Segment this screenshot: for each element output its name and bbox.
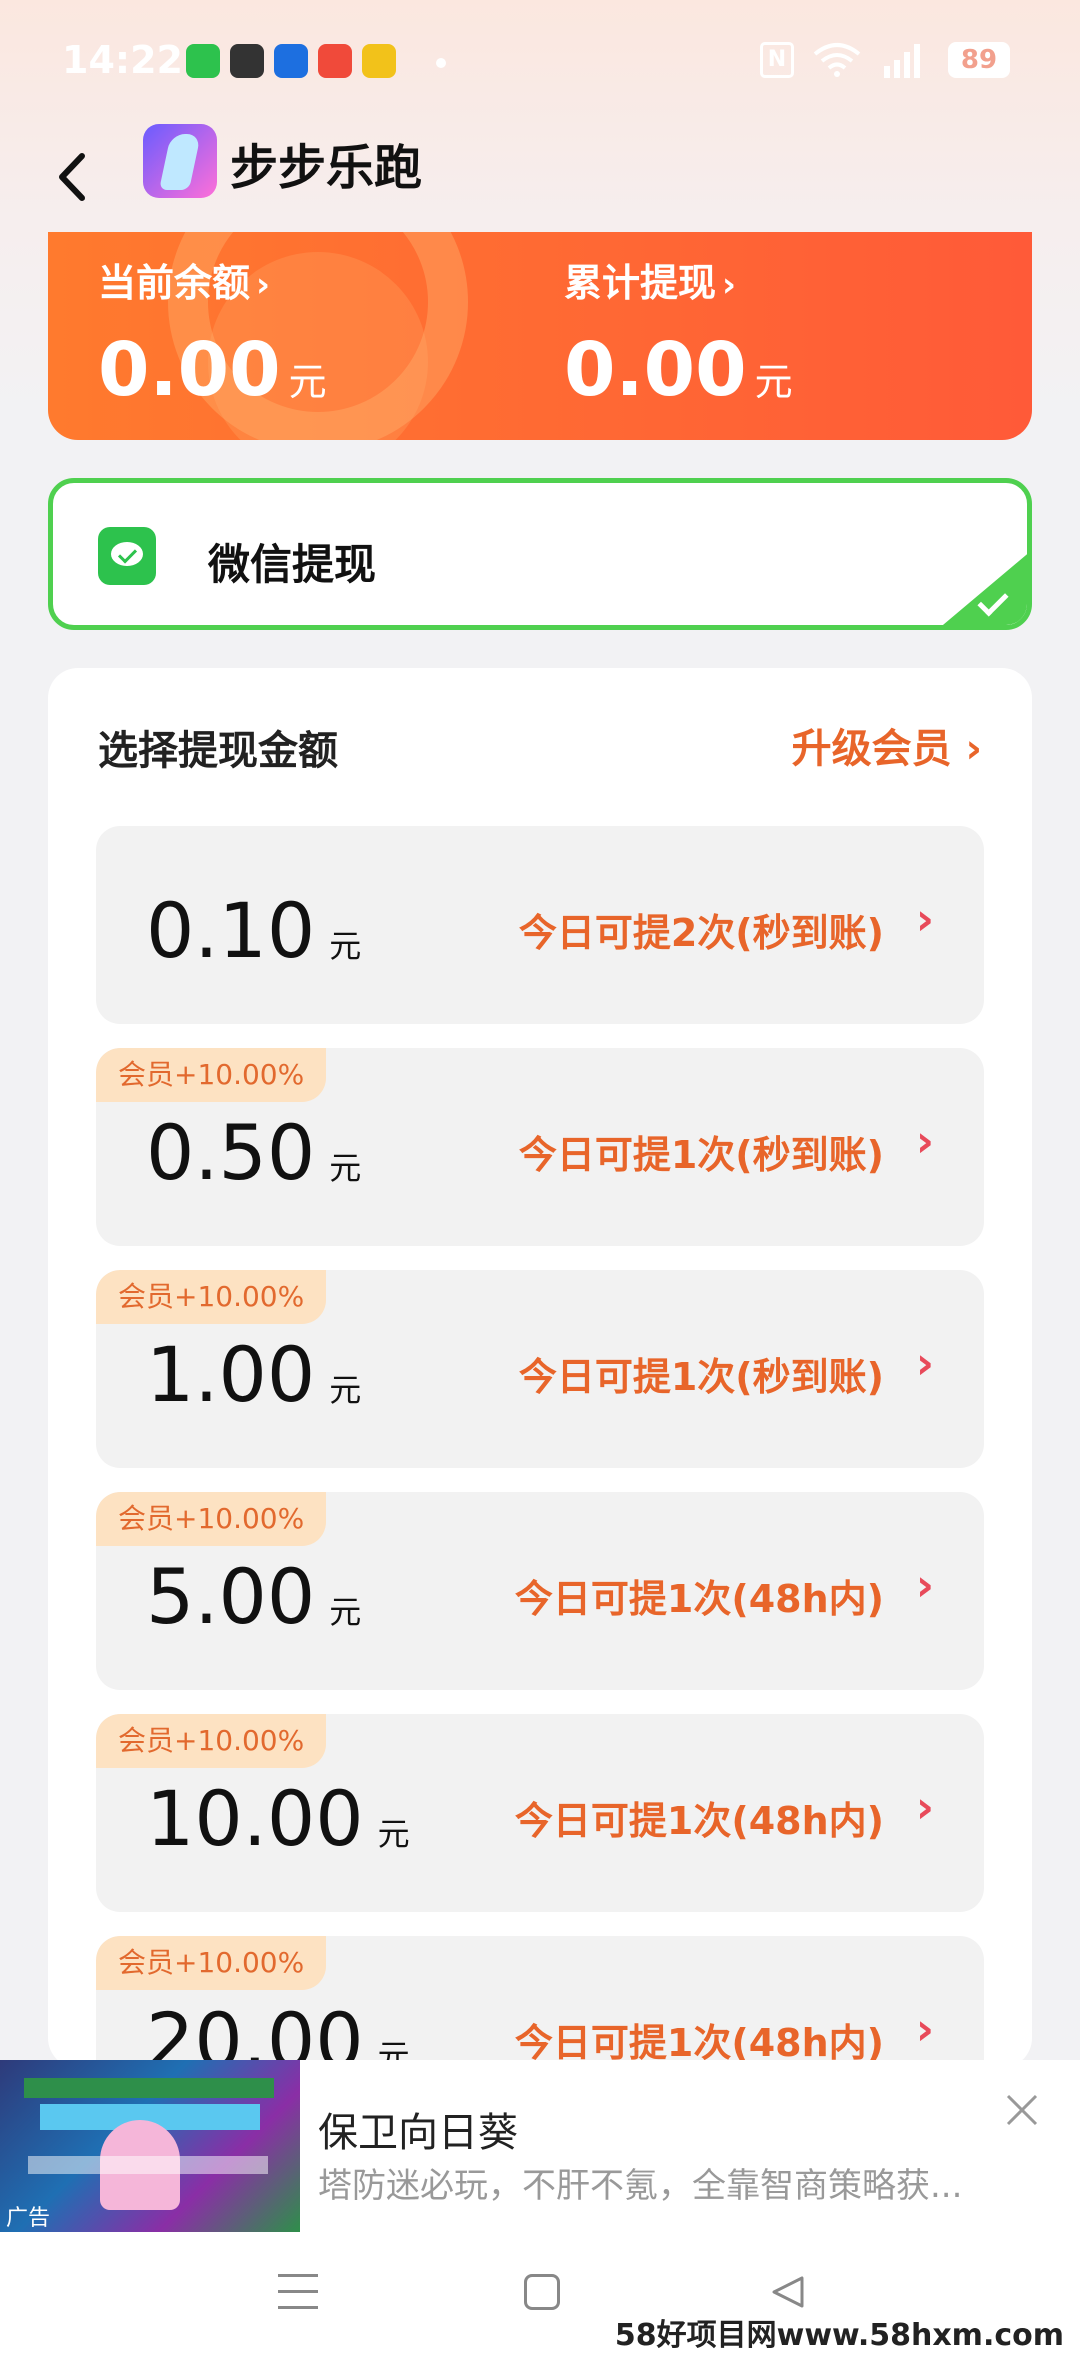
wechat-withdraw-label: 微信提现 <box>208 540 377 589</box>
amount-unit: 元 <box>377 1815 410 1853</box>
ad-banner[interactable]: 广告 保卫向日葵 塔防迷必玩，不肝不氪，全靠智商策略获... <box>0 2060 1080 2232</box>
chevron-right-icon: › <box>915 894 934 945</box>
current-balance-value: 0.00 <box>98 327 281 413</box>
member-bonus-badge: 会员+10.00% <box>96 1270 327 1324</box>
member-bonus-badge: 会员+10.00% <box>96 1714 327 1768</box>
page: 14:22 N 89 步步乐跑 当前余额 › 0.00 元 累计提现 › 0.0… <box>0 0 1080 2362</box>
amount-description: 今日可提1次(秒到账) <box>518 1355 884 1399</box>
current-balance-label: 当前余额 <box>98 261 251 305</box>
amount-description: 今日可提2次(秒到账) <box>518 911 884 955</box>
member-bonus-badge: 会员+10.00% <box>96 1048 327 1102</box>
app-notification-icon <box>274 44 308 78</box>
amount-description: 今日可提1次(48h内) <box>514 1577 884 1621</box>
amount-value: 0.50 <box>146 1108 316 1197</box>
chevron-right-icon: › <box>256 265 271 305</box>
chevron-right-icon: › <box>965 726 982 772</box>
currency-unit: 元 <box>754 360 793 404</box>
amount-value: 1.00 <box>146 1330 316 1419</box>
amount-option-5-00[interactable]: 会员+10.00% 5.00 元 今日可提1次(48h内) › <box>96 1492 984 1690</box>
app-logo <box>143 124 217 198</box>
chevron-right-icon: › <box>915 1116 934 1167</box>
amount-option-1-00[interactable]: 会员+10.00% 1.00 元 今日可提1次(秒到账) › <box>96 1270 984 1468</box>
amount-description: 今日可提1次(48h内) <box>514 2021 884 2065</box>
close-icon[interactable] <box>1002 2090 1042 2130</box>
system-nav-bar: 58好项目网www.58hxm.com <box>0 2232 1080 2362</box>
currency-unit: 元 <box>288 360 327 404</box>
amount-unit: 元 <box>329 927 362 965</box>
chevron-right-icon: › <box>915 1560 934 1611</box>
home-icon[interactable] <box>524 2274 560 2310</box>
wechat-notification-icon <box>186 44 220 78</box>
upgrade-member-link[interactable]: 升级会员 › <box>792 716 982 774</box>
amount-unit: 元 <box>329 1371 362 1409</box>
selected-corner <box>937 550 1027 625</box>
current-balance[interactable]: 当前余额 › 0.00 元 <box>98 252 327 413</box>
chevron-right-icon: › <box>915 1338 934 1389</box>
amount-description: 今日可提1次(秒到账) <box>518 1133 884 1177</box>
amount-option-10-00[interactable]: 会员+10.00% 10.00 元 今日可提1次(48h内) › <box>96 1714 984 1912</box>
ad-title: 保卫向日葵 <box>318 2110 518 2156</box>
total-withdrawn-value: 0.00 <box>564 327 747 413</box>
amount-unit: 元 <box>329 1593 362 1631</box>
ad-tag: 广告 <box>6 2206 51 2231</box>
app-title: 步步乐跑 <box>230 140 423 196</box>
nfc-icon: N <box>760 42 794 78</box>
amount-unit: 元 <box>329 1149 362 1187</box>
signal-icon <box>884 44 920 78</box>
amount-value: 10.00 <box>146 1774 364 1863</box>
chevron-right-icon: › <box>722 265 737 305</box>
amount-description: 今日可提1次(48h内) <box>514 1799 884 1843</box>
ad-image[interactable]: 广告 <box>0 2060 300 2232</box>
amount-option-0-50[interactable]: 会员+10.00% 0.50 元 今日可提1次(秒到账) › <box>96 1048 984 1246</box>
balance-card: 当前余额 › 0.00 元 累计提现 › 0.00 元 <box>48 232 1032 440</box>
weibo-notification-icon <box>318 44 352 78</box>
amount-value: 5.00 <box>146 1552 316 1641</box>
member-bonus-badge: 会员+10.00% <box>96 1492 327 1546</box>
back-arrow-icon[interactable] <box>48 142 98 212</box>
member-bonus-badge: 会员+10.00% <box>96 1936 327 1990</box>
chevron-right-icon: › <box>915 2004 934 2055</box>
chevron-right-icon: › <box>915 1782 934 1833</box>
amount-value: 0.10 <box>146 886 316 975</box>
battery-indicator: 89 <box>948 42 1010 78</box>
back-triangle-icon[interactable] <box>768 2272 808 2312</box>
status-time: 14:22 <box>62 38 183 82</box>
notification-icons <box>186 44 396 78</box>
qq-notification-icon <box>230 44 264 78</box>
reward-notification-icon <box>362 44 396 78</box>
watermark: 58好项目网www.58hxm.com <box>608 2310 1070 2354</box>
amount-option-0-10[interactable]: 0.10 元 今日可提2次(秒到账) › <box>96 826 984 1024</box>
total-withdrawn-label: 累计提现 <box>564 261 717 305</box>
menu-icon[interactable] <box>278 2274 318 2310</box>
status-right: N 89 <box>760 42 1010 78</box>
more-notifications-dot <box>436 58 446 68</box>
wifi-icon <box>813 43 861 77</box>
total-withdrawn[interactable]: 累计提现 › 0.00 元 <box>564 252 793 413</box>
ad-description: 塔防迷必玩，不肝不氪，全靠智商策略获... <box>318 2166 963 2206</box>
upgrade-member-label: 升级会员 <box>791 726 952 772</box>
status-bar: 14:22 N 89 <box>0 0 1080 130</box>
wechat-icon <box>98 527 156 585</box>
section-title: 选择提现金额 <box>98 728 338 774</box>
wechat-withdraw-option[interactable]: 微信提现 <box>48 478 1032 630</box>
